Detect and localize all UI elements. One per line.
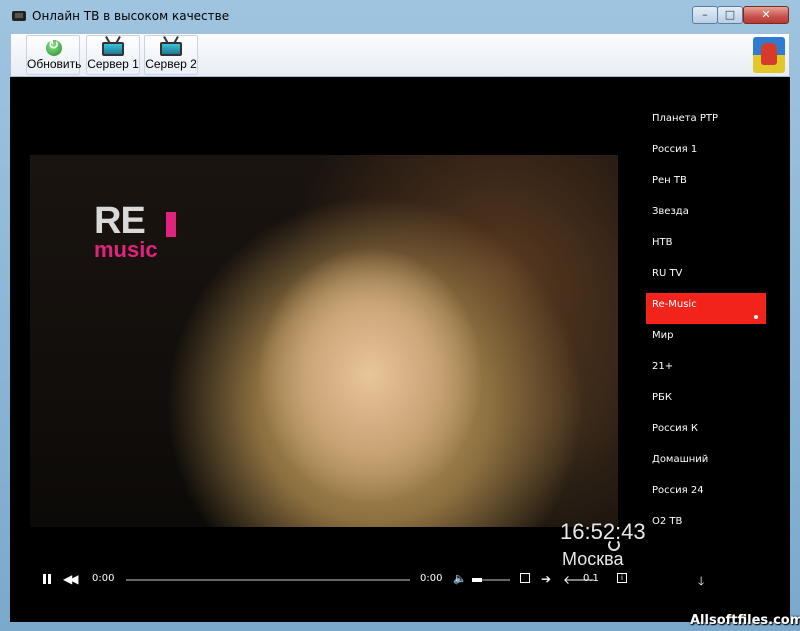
coat-of-arms-icon [753, 37, 785, 73]
playback-rate: 0.1 [583, 573, 599, 584]
channel-item[interactable]: Планета РТР [646, 107, 766, 138]
channel-logo-sub: music [94, 237, 158, 262]
channel-item[interactable]: Домашний [646, 448, 766, 479]
title-bar: Онлайн ТВ в высоком качестве – □ ✕ [0, 0, 800, 32]
channel-item[interactable]: Мир [646, 324, 766, 355]
channel-item[interactable]: Звезда [646, 200, 766, 231]
broadcast-clock: 16:52:43 [560, 519, 646, 544]
loading-spinner-icon [608, 539, 620, 551]
active-dot-icon [754, 315, 758, 319]
channel-item[interactable]: О2 ТВ [646, 510, 766, 541]
total-time: 0:00 [420, 573, 443, 584]
server-2-button-label: Сервер 2 [145, 57, 197, 71]
watermark: Allsoftfiles.com [690, 613, 800, 628]
down-arrow-icon[interactable]: 🡓 [698, 572, 704, 593]
tv-icon [102, 42, 124, 56]
volume-icon[interactable]: 🔈 [453, 572, 467, 585]
minimize-button[interactable]: – [692, 6, 718, 24]
close-button[interactable]: ✕ [743, 6, 789, 24]
fullscreen-icon[interactable] [520, 573, 530, 583]
toolbar: Обновить Сервер 1 Сервер 2 [10, 33, 790, 77]
video-player[interactable]: RE music 16:52:43 Москва Планета РТР Рос… [10, 77, 790, 622]
channel-item[interactable]: РБК [646, 386, 766, 417]
channel-item[interactable]: Россия К [646, 417, 766, 448]
app-window: Онлайн ТВ в высоком качестве – □ ✕ Обнов… [0, 0, 800, 631]
refresh-icon [46, 38, 62, 56]
tv-app-icon [12, 11, 26, 21]
server-1-button[interactable]: Сервер 1 [86, 35, 140, 75]
channel-item[interactable]: 21+ [646, 355, 766, 386]
channel-logo-main: RE [94, 200, 146, 242]
player-controls: ◀◀ 0:00 0:00 🔈 ➔ 🡐 0.1 i 🡓 [10, 572, 790, 592]
channel-item[interactable]: Россия 1 [646, 138, 766, 169]
forward-arrow-icon[interactable]: ➔ [541, 572, 551, 586]
maximize-button[interactable]: □ [717, 6, 743, 24]
channel-logo-bar [166, 212, 176, 237]
refresh-button[interactable]: Обновить [26, 35, 82, 75]
channel-item[interactable]: RU TV [646, 262, 766, 293]
video-frame[interactable]: RE music [30, 155, 618, 527]
current-time: 0:00 [92, 573, 115, 584]
pause-icon[interactable] [42, 574, 52, 584]
broadcast-city: Москва [562, 549, 624, 569]
rewind-icon[interactable]: ◀◀ [63, 572, 79, 586]
tv-icon [160, 42, 182, 56]
volume-slider[interactable] [472, 578, 510, 582]
channel-item[interactable]: Россия 24 [646, 479, 766, 510]
channel-logo: RE music [94, 200, 176, 262]
channel-list: Планета РТР Россия 1 Рен ТВ Звезда НТВ R… [646, 107, 766, 541]
info-icon[interactable]: i [617, 573, 627, 583]
channel-item-active[interactable]: Re-Music [646, 293, 766, 324]
channel-item[interactable]: НТВ [646, 231, 766, 262]
window-title: Онлайн ТВ в высоком качестве [32, 9, 230, 23]
refresh-button-label: Обновить [27, 57, 82, 71]
server-1-button-label: Сервер 1 [87, 57, 139, 71]
channel-item[interactable]: Рен ТВ [646, 169, 766, 200]
seek-bar[interactable] [126, 579, 410, 581]
channel-item-label: Re-Music [652, 299, 697, 310]
server-2-button[interactable]: Сервер 2 [144, 35, 198, 75]
